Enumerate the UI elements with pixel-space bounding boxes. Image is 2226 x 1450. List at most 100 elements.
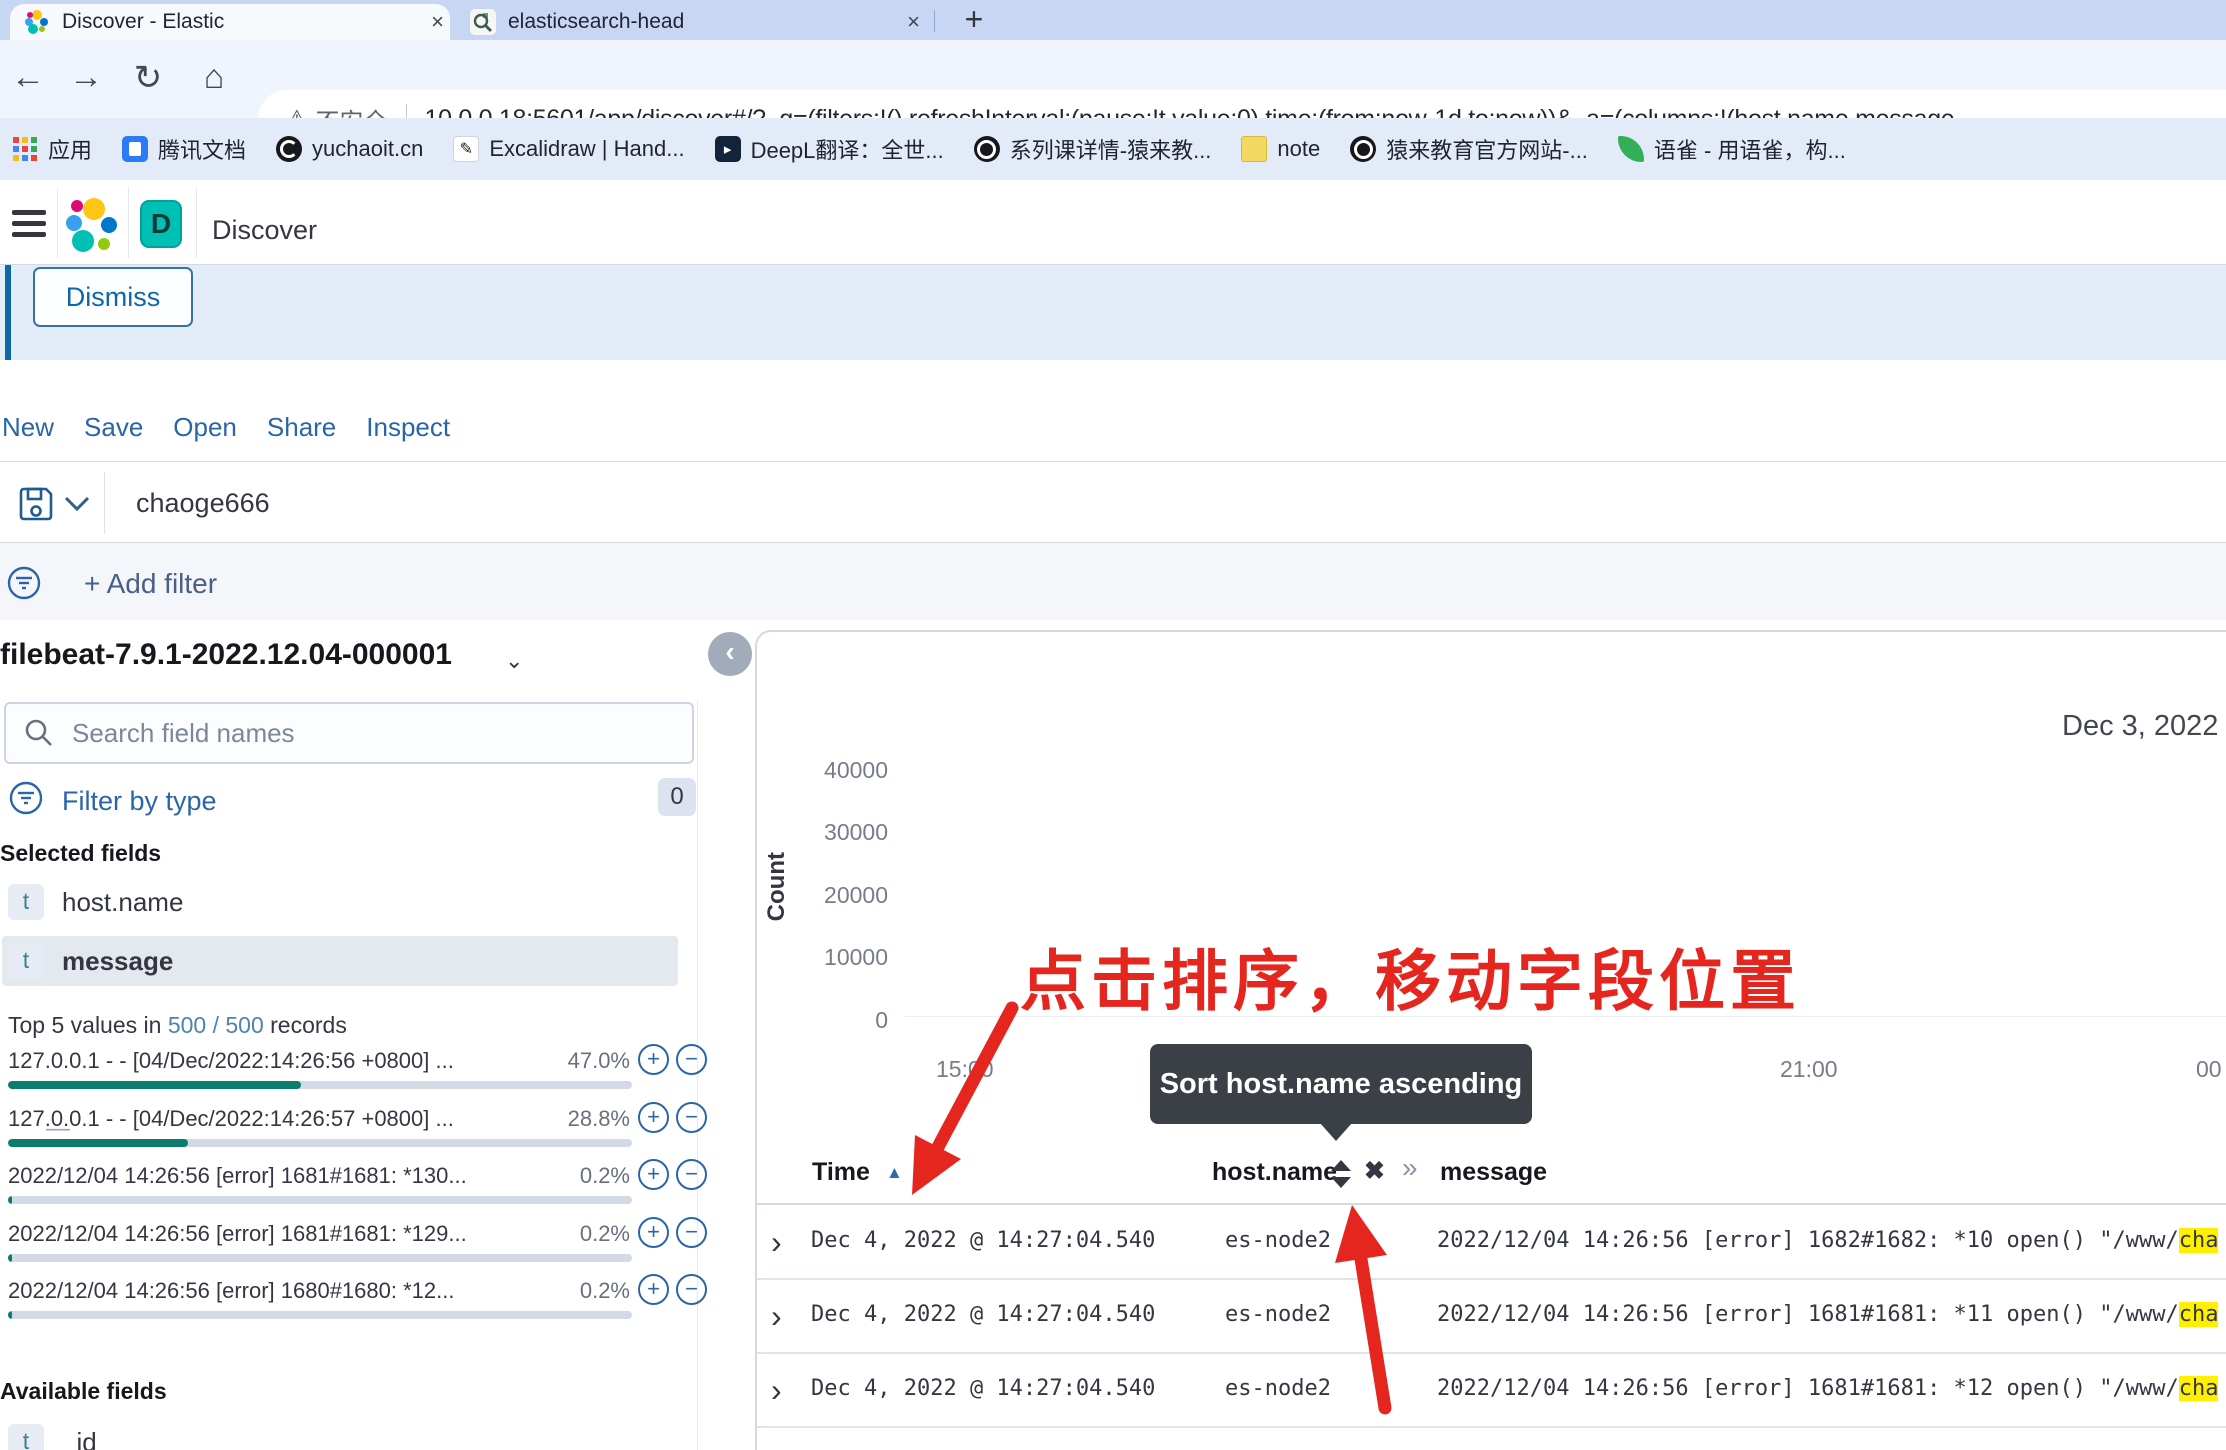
filter-out-value-icon[interactable]: − — [676, 1217, 707, 1248]
menu-share-link[interactable]: Share — [267, 412, 336, 443]
top-value-label: 127.0.0.1 - - [04/Dec/2022:14:26:56 +080… — [8, 1048, 454, 1074]
tab-title: elasticsearch-head — [508, 10, 901, 34]
table-row[interactable]: ›Dec 4, 2022 @ 14:27:04.540es-node22022/… — [757, 1206, 2226, 1280]
expand-row-icon[interactable]: › — [771, 1446, 782, 1450]
y-axis-tick: 40000 — [778, 757, 888, 784]
query-input[interactable]: chaoge666 — [136, 488, 270, 519]
y-axis-tick: 20000 — [778, 882, 888, 909]
expand-row-icon[interactable]: › — [771, 1298, 782, 1335]
bookmark-item[interactable]: note — [1241, 136, 1320, 162]
reload-icon[interactable]: ↻ — [126, 58, 170, 98]
callout-accent-bar — [5, 265, 11, 360]
tab-discover-elastic[interactable]: Discover - Elastic × — [10, 4, 450, 40]
space-badge[interactable]: D — [140, 200, 182, 248]
bookmark-label: 腾讯文档 — [158, 133, 246, 165]
home-icon[interactable]: ⌂ — [192, 58, 236, 97]
chevron-down-icon[interactable] — [62, 494, 92, 514]
bookmark-item[interactable]: 应用 — [12, 133, 92, 165]
yuanlai-edu-icon — [1350, 136, 1376, 162]
filter-out-value-icon[interactable]: − — [676, 1044, 707, 1075]
filter-for-value-icon[interactable]: + — [638, 1159, 669, 1190]
cell-message: 2022/12/04 14:26:56 [error] 1681#1681: *… — [1437, 1302, 2218, 1327]
forward-icon[interactable]: → — [64, 58, 108, 97]
index-pattern-title[interactable]: filebeat-7.9.1-2022.12.04-000001 — [0, 638, 452, 672]
expand-row-icon[interactable]: › — [771, 1372, 782, 1409]
bookmark-item[interactable]: 语雀 - 用语雀，构... — [1618, 133, 1846, 165]
bookmark-label: 语雀 - 用语雀，构... — [1654, 133, 1846, 165]
new-tab-button[interactable]: + — [952, 0, 996, 40]
bookmark-item[interactable]: yuchaoit.cn — [276, 136, 423, 162]
remove-column-icon[interactable]: ✖ — [1364, 1156, 1385, 1186]
elastic-favicon-icon — [24, 9, 50, 35]
tab-close-icon[interactable]: × — [901, 9, 926, 35]
field-item-message[interactable]: t message — [2, 936, 678, 986]
string-field-type-icon: t — [8, 1424, 44, 1450]
filter-by-type-button[interactable]: Filter by type — [62, 786, 217, 817]
field-search-placeholder: Search field names — [72, 718, 295, 749]
cell-host-name: es-node2 — [1225, 1302, 1331, 1327]
menu-save-link[interactable]: Save — [84, 412, 143, 443]
filter-by-type-icon — [8, 780, 44, 816]
tab-title: Discover - Elastic — [62, 10, 425, 34]
filter-for-value-icon[interactable]: + — [638, 1102, 669, 1133]
filter-for-value-icon[interactable]: + — [638, 1274, 669, 1305]
cell-time: Dec 4, 2022 @ 14:27:04.540 — [811, 1302, 1155, 1327]
column-header-time[interactable]: Time — [812, 1158, 870, 1187]
back-icon[interactable]: ← — [6, 58, 50, 97]
table-row[interactable]: ›Dec 4, 2022 @ 14:27:04.540es-node22022/… — [757, 1354, 2226, 1428]
top-value-row: 2022/12/04 14:26:56 [error] 1680#1680: *… — [8, 1278, 718, 1324]
add-filter-button[interactable]: + Add filter — [84, 568, 217, 600]
expand-row-icon[interactable]: › — [771, 1224, 782, 1261]
tab-close-icon[interactable]: × — [425, 9, 450, 35]
top-value-percent: 0.2% — [560, 1221, 630, 1247]
table-row[interactable]: ›Dec 4, 2022 @ 14:27:04.540es-node22022/… — [757, 1428, 2226, 1450]
collapse-sidebar-icon[interactable]: ‹ — [708, 632, 752, 676]
top-value-percent: 28.8% — [560, 1106, 630, 1132]
top-value-row: 2022/12/04 14:26:56 [error] 1681#1681: *… — [8, 1163, 718, 1209]
top-value-bar — [8, 1139, 632, 1147]
filter-for-value-icon[interactable]: + — [638, 1217, 669, 1248]
y-axis-tick: 30000 — [778, 819, 888, 846]
move-column-right-icon[interactable]: » — [1402, 1152, 1418, 1184]
top-value-percent: 0.2% — [560, 1278, 630, 1304]
sort-ascending-icon[interactable]: ▲ — [886, 1163, 903, 1183]
deepl-icon: ▸ — [715, 136, 741, 162]
index-pattern-chevron-icon[interactable]: ⌄ — [505, 648, 523, 674]
bookmark-item[interactable]: ▸DeepL翻译：全世... — [715, 133, 944, 165]
table-row[interactable]: › Dec 4, 2022 @ 14:27:04.540 es-node2 2022/… — [757, 1280, 2226, 1354]
elastic-logo-icon[interactable] — [64, 196, 120, 257]
menu-new-link[interactable]: New — [2, 412, 54, 443]
x-axis-tick: 00 — [2196, 1056, 2222, 1083]
field-item-host-name[interactable]: t host.name — [8, 884, 183, 920]
filter-out-value-icon[interactable]: − — [676, 1159, 707, 1190]
cell-time: Dec 4, 2022 @ 14:27:04.540 — [811, 1376, 1155, 1401]
filter-out-value-icon[interactable]: − — [676, 1274, 707, 1305]
bookmark-item[interactable]: 系列课详情-猿来教... — [974, 133, 1212, 165]
menu-open-link[interactable]: Open — [173, 412, 237, 443]
filter-bar: — — [0, 543, 2226, 620]
save-query-icon[interactable] — [16, 484, 56, 524]
sort-tooltip: Sort host.name ascending — [1150, 1044, 1532, 1124]
tab-elasticsearch-head[interactable]: elasticsearch-head × — [456, 4, 926, 40]
top-value-bar — [8, 1196, 632, 1204]
annotation-text: 点击排序，移动字段位置 — [1020, 928, 1801, 1024]
menu-inspect-link[interactable]: Inspect — [366, 412, 450, 443]
filter-for-value-icon[interactable]: + — [638, 1044, 669, 1075]
sort-host-name-icon[interactable] — [1330, 1160, 1352, 1188]
top-value-label: 2022/12/04 14:26:56 [error] 1681#1681: *… — [8, 1163, 467, 1189]
top-value-label: 2022/12/04 14:26:56 [error] 1681#1681: *… — [8, 1221, 467, 1247]
dismiss-button[interactable]: Dismiss — [33, 267, 193, 327]
field-item-id[interactable]: t _id — [8, 1424, 97, 1450]
bookmark-item[interactable]: 腾讯文档 — [122, 133, 246, 165]
menu-hamburger-icon[interactable] — [12, 210, 46, 243]
filter-out-value-icon[interactable]: − — [676, 1102, 707, 1133]
bookmark-label: 猿来教育官方网站-... — [1386, 133, 1588, 165]
bookmark-item[interactable]: 猿来教育官方网站-... — [1350, 133, 1588, 165]
column-header-host-name[interactable]: host.name — [1212, 1158, 1337, 1187]
top-values-title: Top 5 values in 500 / 500 records — [8, 1012, 347, 1039]
bookmark-item[interactable]: ✎Excalidraw | Hand... — [453, 136, 684, 162]
column-header-message[interactable]: message — [1440, 1158, 1547, 1187]
search-highlight: cha — [2179, 1228, 2219, 1253]
field-search-input[interactable]: Search field names — [4, 702, 694, 764]
search-highlight: cha — [2179, 1302, 2219, 1327]
